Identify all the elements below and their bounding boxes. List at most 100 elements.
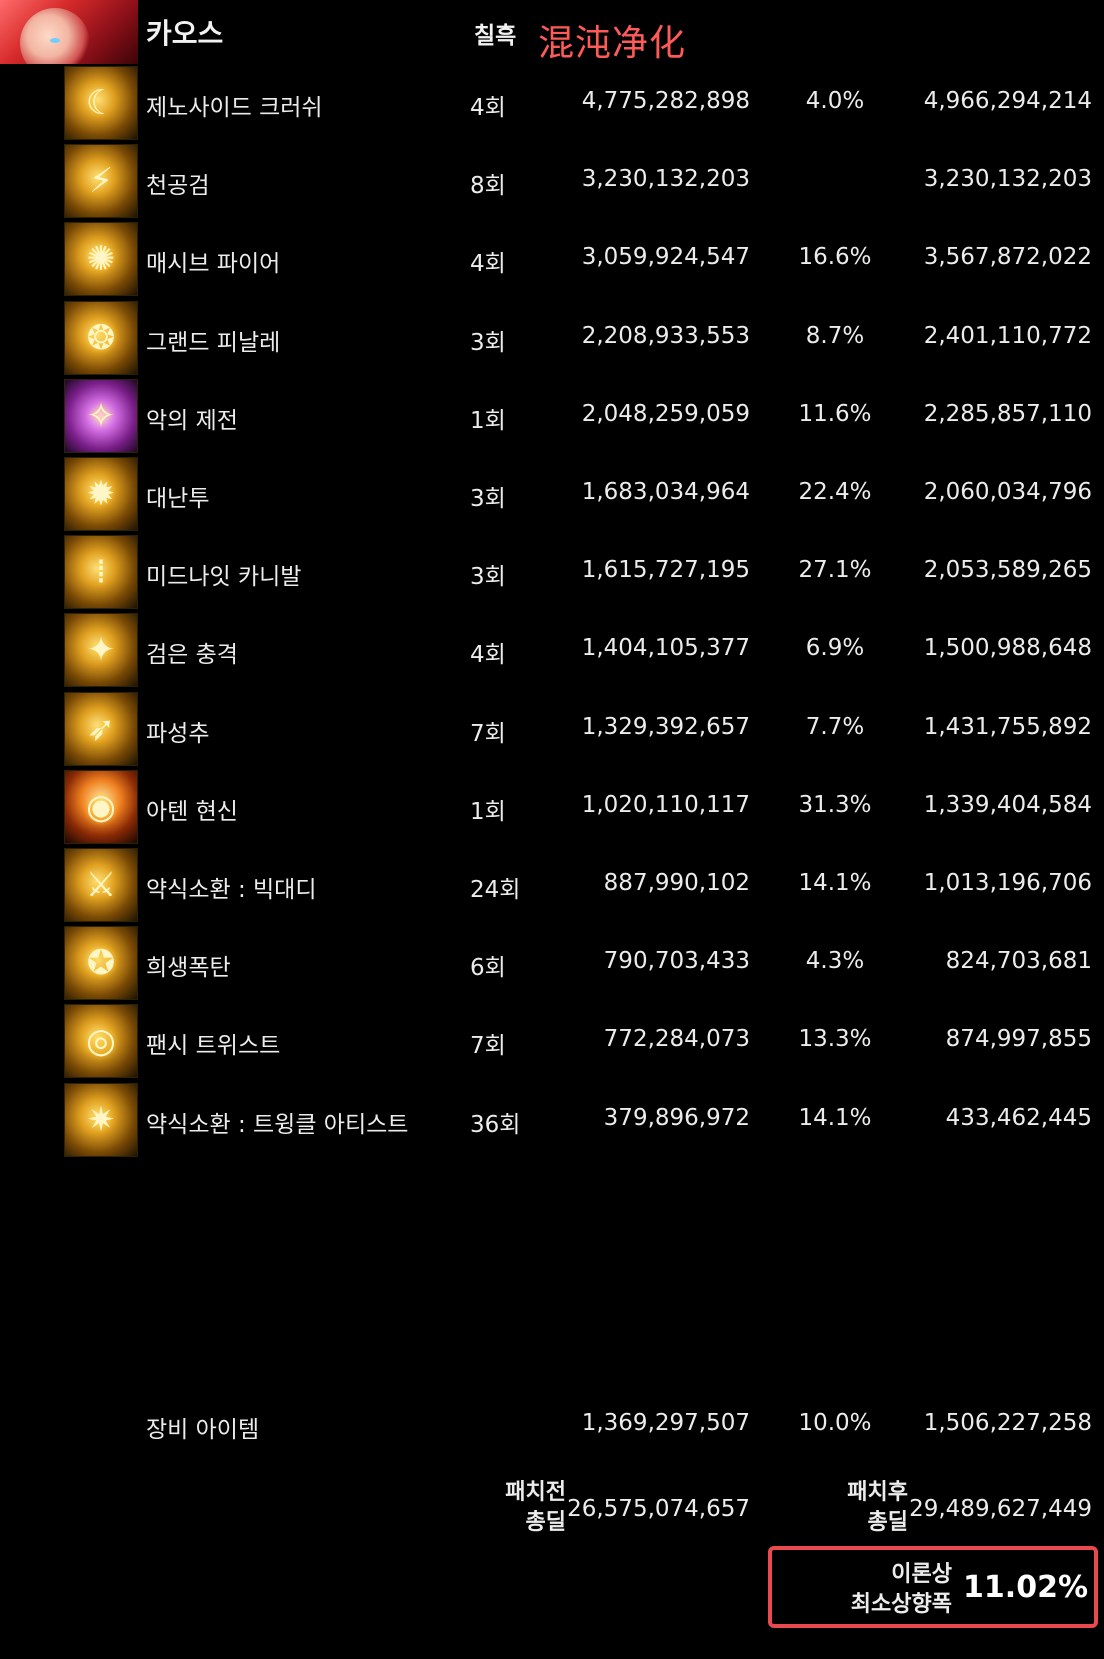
skill-damage-before: 1,329,392,657	[581, 713, 750, 740]
skill-increase-pct: 22.4%	[798, 479, 872, 505]
skill-damage-before: 2,208,933,553	[581, 322, 750, 349]
twist-icon: ◎	[64, 1004, 138, 1079]
after-total-label-line2: 총딜	[867, 1510, 908, 1535]
skill-row: ✷ 약식소환 : 트윙클 아티스트 36회 379,896,972 14.1% 433,4…	[0, 1081, 1104, 1157]
result-box: 이론상 최소상향폭 11.02%	[768, 1546, 1098, 1628]
skill-damage-before: 887,990,102	[603, 870, 750, 896]
skill-damage-after: 1,431,755,892	[923, 713, 1092, 740]
skill-damage-before: 3,059,924,547	[581, 244, 750, 271]
skill-row: ◉ 아텐 현신 1회 1,020,110,117 31.3% 1,339,404,584	[0, 768, 1104, 844]
skill-name: 약식소환 : 빅대디	[146, 877, 317, 903]
skill-count: 1회	[470, 407, 506, 434]
skill-count: 24회	[470, 877, 521, 903]
skill-damage-after: 3,567,872,022	[923, 244, 1092, 271]
skill-damage-after: 2,060,034,796	[923, 479, 1092, 505]
skill-increase-pct: 14.1%	[798, 870, 872, 896]
skill-increase-pct: 14.1%	[798, 1104, 872, 1131]
skill-increase-pct: 7.7%	[805, 713, 865, 740]
skill-increase-pct: 31.3%	[798, 791, 872, 818]
skill-row: ✦ 검은 충격 4회 1,404,105,377 6.9% 1,500,988,648	[0, 611, 1104, 688]
twinkle-artist-icon: ✷	[64, 1082, 138, 1157]
after-total-label-line1: 패치후	[847, 1480, 908, 1505]
skill-damage-after: 2,053,589,265	[923, 557, 1092, 584]
skill-count: 4회	[470, 251, 506, 278]
skill-count: 7회	[470, 1033, 506, 1060]
skill-row: ⚔ 약식소환 : 빅대디 24회 887,990,102 14.1% 1,013,196,…	[0, 846, 1104, 922]
skill-increase-pct: 11.6%	[798, 400, 872, 427]
before-total-label: 패치전 총딜	[505, 1478, 566, 1538]
skill-increase-pct: 4.0%	[805, 88, 865, 114]
skill-name: 대난투	[146, 486, 210, 512]
skill-count: 3회	[470, 564, 506, 591]
skill-row: ⚡ 천공검 8회 3,230,132,203 3,230,132,203	[0, 142, 1104, 219]
skill-count: 36회	[470, 1111, 521, 1138]
result-label-line1: 이론상	[891, 1562, 952, 1587]
skill-name: 검은 충격	[146, 642, 238, 669]
skill-row: ➶ 파성추 7회 1,329,392,657 7.7% 1,431,755,892	[0, 690, 1104, 766]
skill-name: 팬시 트위스트	[146, 1033, 281, 1060]
carnival-icon: ⁞	[64, 535, 138, 610]
finale-icon: ❂	[64, 300, 138, 375]
skill-damage-after: 1,339,404,584	[923, 791, 1092, 818]
sword-rain-icon: ⚡	[64, 144, 138, 219]
overlay-label: 混沌净化	[538, 23, 687, 64]
skill-damage-after: 1,500,988,648	[923, 635, 1092, 662]
skill-increase-pct: 27.1%	[798, 557, 872, 584]
skill-row: ✺ 매시브 파이어 4회 3,059,924,547 16.6% 3,567,872,02…	[0, 220, 1104, 297]
skill-count: 3회	[470, 329, 506, 356]
skill-damage-before: 3,230,132,203	[581, 166, 750, 193]
skill-row: ◎ 팬시 트위스트 7회 772,284,073 13.3% 874,997,855	[0, 1002, 1104, 1079]
skill-count: 6회	[470, 955, 506, 982]
skill-damage-before: 1,615,727,195	[581, 557, 750, 584]
skill-name: 희생폭탄	[146, 955, 231, 982]
black-shock-icon: ✦	[64, 613, 138, 688]
result-label: 이론상 최소상향폭	[851, 1560, 952, 1620]
equipment-after: 1,506,227,258	[923, 1410, 1092, 1436]
after-total-value: 29,489,627,449	[909, 1496, 1092, 1522]
comet-icon: ➶	[64, 691, 138, 766]
column-label-count: 칠흑	[474, 23, 517, 49]
skill-name: 매시브 파이어	[146, 251, 281, 278]
before-total-label-line2: 총딜	[525, 1510, 566, 1535]
skill-count: 1회	[470, 798, 506, 825]
after-total-label: 패치후 총딜	[847, 1478, 908, 1538]
equipment-name: 장비 아이템	[146, 1417, 260, 1443]
skill-damage-after: 4,966,294,214	[923, 88, 1092, 114]
before-total-label-line1: 패치전	[505, 1480, 566, 1505]
skill-row: ✧ 악의 제전 1회 2,048,259,059 11.6% 2,285,857,110	[0, 377, 1104, 453]
skill-increase-pct: 4.3%	[805, 948, 865, 975]
skill-name: 제노사이드 크러쉬	[146, 95, 323, 121]
skill-damage-before: 1,683,034,964	[581, 479, 750, 505]
skill-damage-after: 874,997,855	[945, 1026, 1092, 1053]
big-daddy-icon: ⚔	[64, 848, 138, 922]
skill-damage-before: 772,284,073	[603, 1026, 750, 1053]
result-label-line2: 최소상향폭	[850, 1592, 952, 1617]
equipment-before: 1,369,297,507	[581, 1410, 750, 1436]
skill-damage-after: 2,401,110,772	[923, 322, 1092, 349]
totals-row: 패치전 총딜 26,575,074,657 패치후 총딜 29,489,627,…	[0, 1478, 1104, 1548]
skill-damage-before: 4,775,282,898	[581, 88, 750, 114]
skill-damage-after: 2,285,857,110	[923, 400, 1092, 427]
brawl-icon: ✹	[64, 457, 138, 531]
skill-damage-after: 433,462,445	[945, 1104, 1092, 1131]
skill-increase-pct: 6.9%	[805, 635, 865, 662]
skill-count: 3회	[470, 486, 506, 512]
before-total-value: 26,575,074,657	[567, 1496, 750, 1522]
skill-count: 4회	[470, 642, 506, 669]
skill-damage-before: 2,048,259,059	[581, 400, 750, 427]
skill-count: 7회	[470, 720, 506, 747]
class-title: 카오스	[146, 17, 224, 50]
skill-row: ❂ 그랜드 피날레 3회 2,208,933,553 8.7% 2,401,110,772	[0, 299, 1104, 375]
bomb-icon: ✪	[64, 926, 138, 1001]
crescent-icon: ☾	[64, 66, 138, 140]
skill-name: 그랜드 피날레	[146, 329, 281, 356]
skill-name: 약식소환 : 트윙클 아티스트	[146, 1111, 409, 1138]
skill-row: ⁞ 미드나잇 카니발 3회 1,615,727,195 27.1% 2,053,589,2…	[0, 533, 1104, 610]
skill-increase-pct: 13.3%	[798, 1026, 872, 1053]
skill-damage-before: 1,020,110,117	[581, 791, 750, 818]
skill-increase-pct: 8.7%	[805, 322, 865, 349]
skill-damage-before: 379,896,972	[603, 1104, 750, 1131]
character-avatar	[0, 0, 138, 64]
ritual-icon: ✧	[64, 378, 138, 453]
equipment-row: 장비 아이템 1,369,297,507 10.0% 1,506,227,258	[0, 1410, 1104, 1450]
